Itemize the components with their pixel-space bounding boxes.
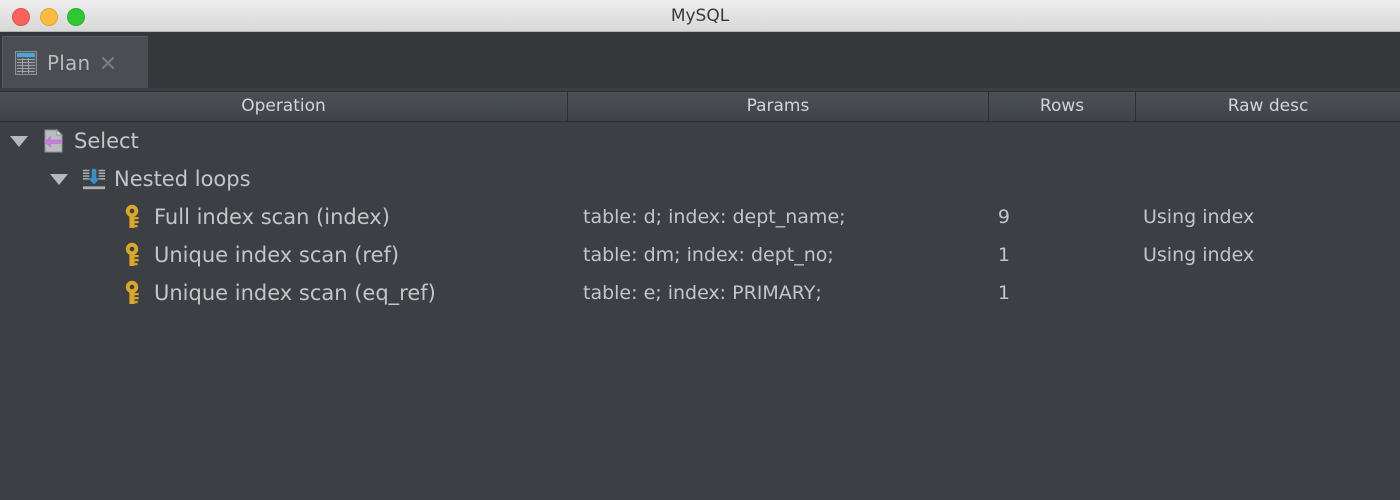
table-row[interactable]: Nested loops: [0, 160, 1400, 198]
cell-operation: Full index scan (index): [0, 198, 657, 236]
cell-params: table: e; index: PRIMARY;: [583, 282, 822, 304]
operation-label: Nested loops: [114, 167, 251, 191]
cell-rows: 9: [997, 206, 1010, 228]
operation-label: Select: [74, 129, 139, 153]
mysql-plan-window: MySQL Plan Operation Params Rows Raw des…: [0, 0, 1400, 500]
cell-params: table: dm; index: dept_no;: [583, 244, 834, 266]
disclosure-triangle-icon[interactable]: [50, 173, 68, 185]
table-row[interactable]: Unique index scan (ref) table: dm; index…: [0, 236, 1400, 274]
tab-plan[interactable]: Plan: [2, 36, 148, 88]
cell-params: table: d; index: dept_name;: [583, 206, 846, 228]
cell-operation: Unique index scan (ref): [0, 236, 657, 274]
cell-operation: Select: [0, 122, 577, 160]
cell-raw-desc: [1143, 160, 1393, 198]
table-row[interactable]: Select: [0, 122, 1400, 160]
table-icon: [15, 50, 37, 75]
column-header-params[interactable]: Params: [567, 92, 988, 121]
cell-raw-desc: Using index: [1143, 244, 1255, 266]
tab-strip: Plan: [0, 32, 1400, 88]
operation-label: Unique index scan (ref): [154, 243, 400, 267]
cell-params: [583, 160, 983, 198]
window-titlebar: MySQL: [0, 0, 1400, 32]
key-icon: [122, 242, 146, 268]
operation-label: Unique index scan (eq_ref): [154, 281, 436, 305]
plan-tree: Select Nested loops Full index scan (ind…: [0, 122, 1400, 500]
key-icon: [122, 204, 146, 230]
cell-rows: 1: [997, 244, 1010, 266]
disclosure-triangle-icon[interactable]: [10, 135, 28, 147]
cell-params: [583, 122, 983, 160]
cell-raw-desc: [1143, 274, 1393, 312]
close-icon[interactable]: [100, 55, 116, 71]
tab-label-plan: Plan: [47, 50, 91, 75]
table-row[interactable]: Full index scan (index) table: d; index:…: [0, 198, 1400, 236]
cell-rows: [948, 160, 1010, 198]
cell-operation: Nested loops: [0, 160, 617, 198]
table-row[interactable]: Unique index scan (eq_ref) table: e; ind…: [0, 274, 1400, 312]
select-document-icon: [42, 128, 66, 154]
cell-rows: 1: [997, 282, 1010, 304]
key-icon: [122, 280, 146, 306]
cell-raw-desc: [1143, 122, 1393, 160]
cell-rows: [948, 122, 1010, 160]
column-header-operation[interactable]: Operation: [0, 92, 567, 121]
cell-raw-desc: Using index: [1143, 206, 1255, 228]
cell-operation: Unique index scan (eq_ref): [0, 274, 657, 312]
table-column-headers: Operation Params Rows Raw desc: [0, 91, 1400, 122]
window-title: MySQL: [670, 6, 730, 26]
column-header-rows[interactable]: Rows: [988, 92, 1135, 121]
operation-label: Full index scan (index): [154, 205, 390, 229]
column-header-raw-desc[interactable]: Raw desc: [1135, 92, 1400, 121]
nested-loops-icon: [82, 166, 106, 192]
